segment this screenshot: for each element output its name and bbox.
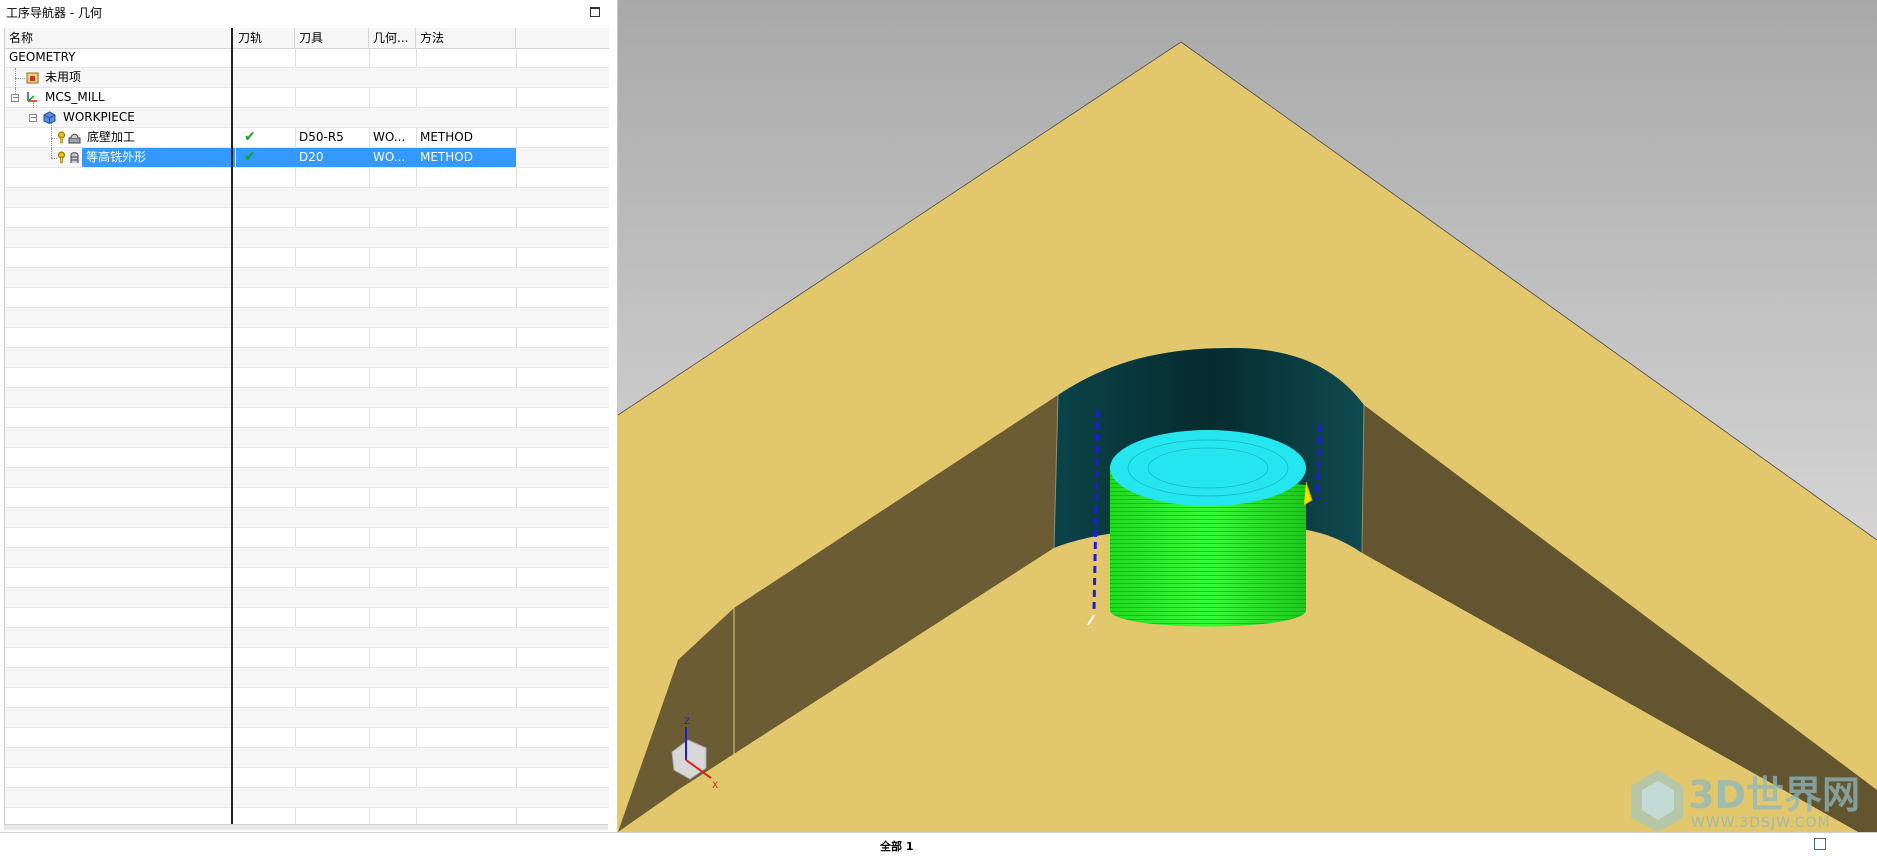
empty-row — [5, 268, 609, 288]
empty-row — [5, 628, 609, 648]
empty-row — [5, 328, 609, 348]
collapse-icon[interactable]: − — [11, 94, 19, 102]
empty-row — [5, 368, 609, 388]
empty-row — [5, 308, 609, 328]
operation-status-icon — [58, 131, 65, 144]
row-name: 底壁加工 — [87, 130, 136, 144]
navigator-tree-table: 名称 刀轨 刀具 几何... 方法 GEOMETRY 未用项 − MCS_MIL… — [4, 28, 609, 824]
empty-row — [5, 288, 609, 308]
workpiece-icon — [43, 111, 56, 124]
empty-row — [5, 688, 609, 708]
column-header-geometry[interactable]: 几何... — [369, 28, 416, 48]
x-axis-label: X — [712, 781, 718, 791]
table-header: 名称 刀轨 刀具 几何... 方法 — [5, 28, 609, 49]
floor-wall-operation-icon — [68, 133, 81, 144]
table-row[interactable]: GEOMETRY — [5, 48, 609, 68]
collapse-icon[interactable]: − — [29, 114, 37, 122]
table-row[interactable]: 底壁加工 ✔ D50-R5 WO... METHOD — [5, 128, 609, 148]
column-header-name[interactable]: 名称 — [5, 28, 232, 48]
empty-row — [5, 248, 609, 268]
empty-row — [5, 428, 609, 448]
status-bar: 全部 1 — [0, 832, 1877, 856]
empty-row — [5, 648, 609, 668]
row-name: MCS_MILL — [45, 90, 105, 104]
column-splitter[interactable] — [231, 28, 233, 824]
empty-row — [5, 768, 609, 788]
empty-row — [5, 528, 609, 548]
empty-row — [5, 588, 609, 608]
row-method: METHOD — [416, 148, 516, 167]
row-name: GEOMETRY — [9, 50, 76, 64]
table-row[interactable]: − MCS_MILL — [5, 88, 609, 108]
empty-row — [5, 728, 609, 748]
empty-row — [5, 808, 609, 824]
toolpath-check-icon: ✔ — [244, 129, 256, 145]
table-row[interactable]: 未用项 — [5, 68, 609, 88]
watermark-url: WWW.3DSJW.COM — [1691, 815, 1831, 831]
empty-row — [5, 408, 609, 428]
column-header-tool[interactable]: 刀具 — [295, 28, 369, 48]
zlevel-operation-icon — [70, 152, 79, 163]
mcs-coordinate-icon — [27, 92, 37, 102]
row-method: METHOD — [420, 130, 473, 144]
navigator-title: 工序导航器 - 几何 — [6, 6, 102, 20]
table-row[interactable]: − WORKPIECE — [5, 108, 609, 128]
row-name: 未用项 — [45, 70, 82, 84]
status-window-icon[interactable] — [1814, 838, 1826, 850]
unused-items-icon — [26, 72, 39, 84]
column-header-method[interactable]: 方法 — [416, 28, 516, 48]
operation-status-icon — [58, 151, 65, 164]
empty-row — [5, 548, 609, 568]
empty-row — [5, 388, 609, 408]
watermark: 3D世界网 WWW.3DSJW.COM — [1631, 770, 1860, 832]
row-name: 等高铣外形 — [82, 148, 235, 167]
row-geometry: WO... — [373, 130, 406, 144]
empty-row — [5, 668, 609, 688]
z-axis-label: Z — [684, 717, 690, 727]
empty-row — [5, 488, 609, 508]
empty-row — [5, 468, 609, 488]
column-header-toolpath[interactable]: 刀轨 — [234, 28, 295, 48]
empty-row — [5, 188, 609, 208]
empty-row — [5, 608, 609, 628]
maximize-icon[interactable] — [590, 7, 600, 17]
empty-row — [5, 568, 609, 588]
graphics-viewport[interactable]: Z X 3D世界网 WWW.3DSJW.COM — [618, 0, 1877, 832]
toolpath-check-icon: ✔ — [236, 148, 295, 167]
empty-row — [5, 448, 609, 468]
model-view[interactable]: Z X 3D世界网 WWW.3DSJW.COM — [618, 0, 1877, 832]
watermark-text: 3D世界网 — [1688, 773, 1860, 817]
empty-row — [5, 788, 609, 808]
row-tool: D50-R5 — [299, 130, 344, 144]
empty-row — [5, 748, 609, 768]
status-text: 全部 1 — [880, 840, 914, 853]
toolpath-zlevel[interactable] — [1110, 430, 1313, 627]
empty-row — [5, 348, 609, 368]
horizontal-scrollbar[interactable] — [4, 824, 608, 830]
empty-row — [5, 508, 609, 528]
empty-row — [5, 168, 609, 188]
row-geometry: WO... — [369, 148, 416, 167]
empty-row — [5, 708, 609, 728]
empty-row — [5, 228, 609, 248]
row-tool: D20 — [295, 148, 369, 167]
empty-row — [5, 208, 609, 228]
row-name: WORKPIECE — [63, 110, 135, 124]
operation-navigator-panel: 工序导航器 - 几何 名称 刀轨 刀具 几何... 方法 GEOMETRY 未用… — [0, 0, 618, 832]
table-row-selected[interactable]: 等高铣外形 ✔ D20 WO... METHOD — [5, 148, 609, 168]
